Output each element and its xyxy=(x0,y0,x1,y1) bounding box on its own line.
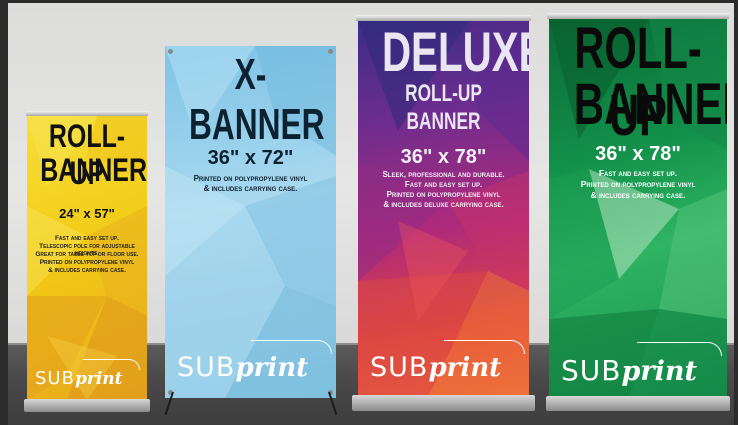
banner-3-base xyxy=(352,395,535,411)
banner-4-detail-2: Printed on polypropylene vinyl xyxy=(580,179,696,189)
banner-4-detail-1: Fast and easy set up. xyxy=(598,168,678,178)
banner-4: ROLL-UP BANNER 36" x 78" Fast and easy s… xyxy=(549,19,727,398)
banner-3-detail-4: & includes deluxe carrying case. xyxy=(383,200,504,209)
banner-3-detail-1: Sleek, professional and durable. xyxy=(382,170,505,179)
banner-3-size: 36" x 78" xyxy=(400,146,487,168)
banner-2-detail-1: Printed on polypropylene vinyl xyxy=(193,174,308,183)
banner-4-headline-2: BANNER xyxy=(573,72,727,137)
banner-3-headline-1: DELUXE xyxy=(381,21,529,83)
banner-1-detail-1: Fast and easy set up. xyxy=(54,235,120,242)
banner-2-headline: X-BANNER xyxy=(188,50,325,149)
banner-1-logo-swoosh xyxy=(83,359,140,370)
banner-2-detail-2: & includes carrying case. xyxy=(203,184,298,193)
banner-1-detail-4: Printed on polypropylene vinyl xyxy=(39,259,135,266)
banner-1-size: 24" x 57" xyxy=(59,206,115,221)
banner-1-headline-2: BANNER xyxy=(40,152,147,188)
banner-1-logo-sub: SUB xyxy=(35,368,75,389)
banner-4-logo-sub: SUB xyxy=(561,354,622,387)
banner-3-subprint-logo: SUB print xyxy=(370,340,525,383)
banner-3-logo-swoosh xyxy=(444,340,525,354)
banner-3-logo-print: print xyxy=(428,353,502,383)
banner-2-grommet-tl xyxy=(168,49,173,54)
banner-1-base xyxy=(24,399,150,412)
banner-2-logo-print: print xyxy=(235,353,309,383)
image-border-right xyxy=(734,0,738,425)
banner-4-size: 36" x 78" xyxy=(595,143,681,165)
banner-1-detail-5: & includes carrying case. xyxy=(48,267,126,274)
banner-3-headline-2: ROLL-UP BANNER xyxy=(405,80,482,135)
banner-4-logo-print: print xyxy=(621,356,697,387)
banner-2-subprint-logo: SUB print xyxy=(177,340,332,383)
banner-3-detail-2: Fast and easy set up. xyxy=(404,180,483,189)
image-border-top xyxy=(0,0,738,3)
banner-2-logo-sub: SUB xyxy=(177,352,236,383)
banner-2: X-BANNER 36" x 72" Printed on polypropyl… xyxy=(165,46,336,398)
banner-1-logo-print: print xyxy=(74,369,123,389)
banner-3-logo-sub: SUB xyxy=(370,352,429,383)
banner-1-detail-3: Great for table top or floor use. xyxy=(35,251,139,258)
banner-4-logo-swoosh xyxy=(637,342,722,356)
banner-2-logo-swoosh xyxy=(251,340,332,354)
banner-1: ROLL-UP BANNER 24" x 57" Fast and easy s… xyxy=(27,116,147,400)
banner-2-size: 36" x 72" xyxy=(207,147,294,169)
banner-3-detail-3: Printed on polypropylene vinyl xyxy=(386,190,501,199)
banner-3: DELUXE ROLL-UP BANNER 36" x 78" Sleek, p… xyxy=(358,21,529,397)
banner-4-detail-3: & includes carrying case. xyxy=(590,190,686,200)
image-border-left xyxy=(0,0,8,425)
banner-4-base xyxy=(546,396,730,411)
banner-4-subprint-logo: SUB print xyxy=(561,342,722,387)
photo-scene: ROLL-UP BANNER 24" x 57" Fast and easy s… xyxy=(0,0,738,425)
banner-1-subprint-logo: SUB print xyxy=(35,359,140,389)
banner-2-grommet-tr xyxy=(328,49,333,54)
